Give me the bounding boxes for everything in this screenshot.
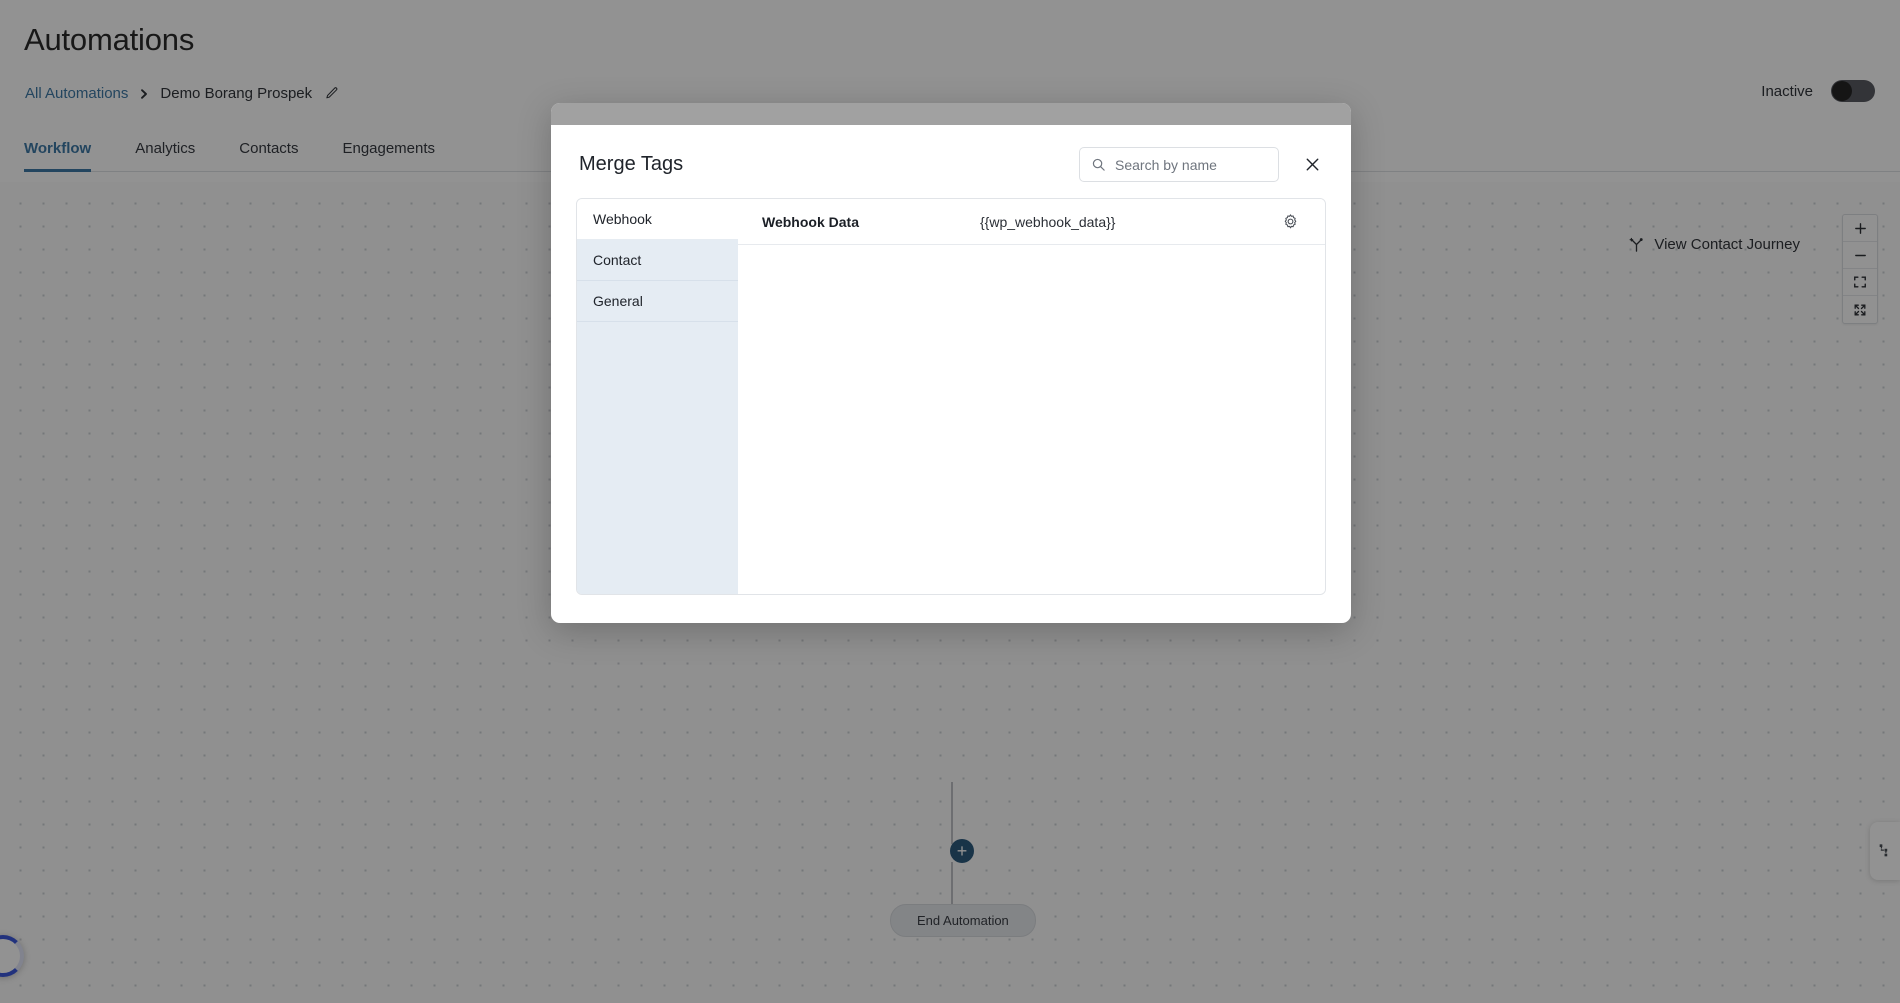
search-input[interactable] <box>1115 156 1267 173</box>
modal-header: Merge Tags <box>551 125 1351 198</box>
merge-tag-name: Webhook Data <box>762 213 859 230</box>
modal-header-actions <box>1079 147 1323 182</box>
sidebar-filler <box>577 322 738 594</box>
search-box[interactable] <box>1079 147 1279 182</box>
modal-title: Merge Tags <box>579 153 684 175</box>
merge-tag-code[interactable]: {{wp_webhook_data}} <box>980 214 1279 230</box>
merge-tag-category-nav: Webhook Contact General <box>577 199 738 594</box>
gear-icon[interactable] <box>1279 211 1301 233</box>
table-row[interactable]: Webhook Data {{wp_webhook_data}} <box>738 199 1325 245</box>
merge-tags-modal: Merge Tags Webhook Contact <box>551 103 1351 623</box>
modal-body: Webhook Contact General Webhook Data {{w… <box>576 198 1326 595</box>
sidebar-item-contact[interactable]: Contact <box>577 240 738 281</box>
close-icon[interactable] <box>1301 154 1323 176</box>
sidebar-item-general[interactable]: General <box>577 281 738 322</box>
modal-top-strip <box>551 103 1351 125</box>
merge-tag-list: Webhook Data {{wp_webhook_data}} <box>738 199 1325 594</box>
sidebar-item-webhook[interactable]: Webhook <box>577 199 738 240</box>
search-icon <box>1091 157 1106 172</box>
